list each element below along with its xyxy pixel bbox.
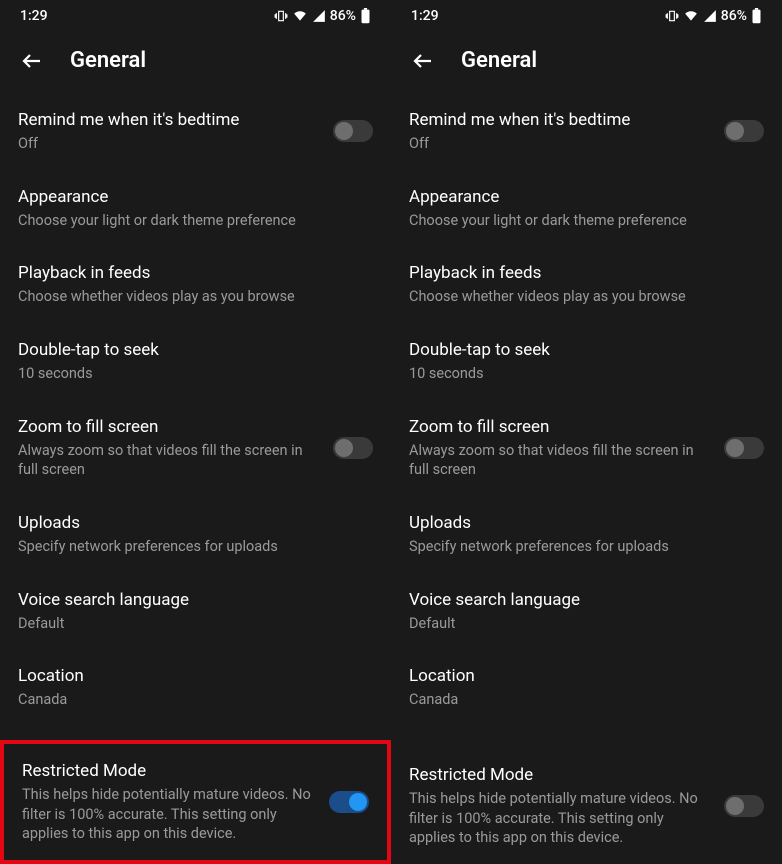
setting-title: Voice search language bbox=[409, 589, 764, 611]
setting-title: Playback in feeds bbox=[18, 262, 373, 284]
setting-subtitle: Canada bbox=[409, 690, 764, 710]
setting-subtitle: Specify network preferences for uploads bbox=[409, 537, 764, 557]
setting-playback-in-feeds[interactable]: Playback in feeds Choose whether videos … bbox=[0, 246, 391, 323]
setting-double-tap-seek[interactable]: Double-tap to seek 10 seconds bbox=[0, 323, 391, 400]
settings-list[interactable]: Remind me when it's bedtime Off Appearan… bbox=[0, 93, 391, 864]
setting-zoom-fill[interactable]: Zoom to fill screen Always zoom so that … bbox=[0, 400, 391, 496]
setting-subtitle: Always zoom so that videos fill the scre… bbox=[409, 441, 712, 480]
setting-title: Double-tap to seek bbox=[18, 339, 373, 361]
vibrate-icon bbox=[274, 8, 288, 24]
setting-subtitle: This helps hide potentially mature video… bbox=[409, 789, 712, 848]
setting-double-tap-seek[interactable]: Double-tap to seek 10 seconds bbox=[391, 323, 782, 400]
battery-percent: 86% bbox=[330, 8, 356, 24]
setting-title: Appearance bbox=[18, 186, 373, 208]
wifi-icon bbox=[292, 8, 308, 24]
setting-subtitle: Choose your light or dark theme preferen… bbox=[409, 211, 764, 231]
setting-title: Location bbox=[18, 665, 373, 687]
wifi-icon bbox=[683, 8, 699, 24]
setting-title: Location bbox=[409, 665, 764, 687]
setting-location[interactable]: Location Canada bbox=[391, 649, 782, 726]
setting-title: Voice search language bbox=[18, 589, 373, 611]
setting-appearance[interactable]: Appearance Choose your light or dark the… bbox=[0, 170, 391, 247]
setting-subtitle: Off bbox=[409, 134, 712, 154]
setting-subtitle: Default bbox=[18, 614, 373, 634]
setting-title: Uploads bbox=[409, 512, 764, 534]
bedtime-toggle[interactable] bbox=[333, 120, 373, 142]
bedtime-toggle[interactable] bbox=[724, 120, 764, 142]
setting-restricted-mode[interactable]: Restricted Mode This helps hide potentia… bbox=[0, 740, 391, 864]
setting-subtitle: Choose whether videos play as you browse bbox=[18, 287, 373, 307]
setting-restricted-mode[interactable]: Restricted Mode This helps hide potentia… bbox=[391, 748, 782, 864]
setting-playback-in-feeds[interactable]: Playback in feeds Choose whether videos … bbox=[391, 246, 782, 323]
setting-uploads[interactable]: Uploads Specify network preferences for … bbox=[391, 496, 782, 573]
setting-voice-search-language[interactable]: Voice search language Default bbox=[391, 573, 782, 650]
setting-title: Restricted Mode bbox=[409, 764, 712, 786]
setting-subtitle: Always zoom so that videos fill the scre… bbox=[18, 441, 321, 480]
restricted-mode-toggle[interactable] bbox=[329, 791, 369, 813]
setting-subtitle: 10 seconds bbox=[409, 364, 764, 384]
setting-subtitle: Default bbox=[409, 614, 764, 634]
setting-subtitle: Specify network preferences for uploads bbox=[18, 537, 373, 557]
setting-bedtime[interactable]: Remind me when it's bedtime Off bbox=[0, 93, 391, 170]
battery-icon bbox=[360, 8, 371, 24]
battery-icon bbox=[751, 8, 762, 24]
setting-title: Zoom to fill screen bbox=[409, 416, 712, 438]
setting-title: Restricted Mode bbox=[22, 760, 317, 782]
setting-voice-search-language[interactable]: Voice search language Default bbox=[0, 573, 391, 650]
setting-location[interactable]: Location Canada bbox=[0, 649, 391, 726]
setting-appearance[interactable]: Appearance Choose your light or dark the… bbox=[391, 170, 782, 247]
setting-title: Remind me when it's bedtime bbox=[18, 109, 321, 131]
app-bar: General bbox=[0, 32, 391, 93]
back-button[interactable] bbox=[411, 49, 435, 73]
signal-icon bbox=[312, 8, 326, 24]
setting-subtitle: Choose whether videos play as you browse bbox=[409, 287, 764, 307]
phone-screen-left: 1:29 86% General Remind me when it's be bbox=[0, 0, 391, 864]
status-icons: 86% bbox=[665, 8, 762, 24]
setting-zoom-fill[interactable]: Zoom to fill screen Always zoom so that … bbox=[391, 400, 782, 496]
back-button[interactable] bbox=[20, 49, 44, 73]
status-bar: 1:29 86% bbox=[0, 0, 391, 32]
battery-percent: 86% bbox=[721, 8, 747, 24]
setting-title: Playback in feeds bbox=[409, 262, 764, 284]
signal-icon bbox=[703, 8, 717, 24]
setting-title: Uploads bbox=[18, 512, 373, 534]
status-bar: 1:29 86% bbox=[391, 0, 782, 32]
zoom-toggle[interactable] bbox=[724, 437, 764, 459]
restricted-mode-toggle[interactable] bbox=[724, 795, 764, 817]
zoom-toggle[interactable] bbox=[333, 437, 373, 459]
setting-bedtime[interactable]: Remind me when it's bedtime Off bbox=[391, 93, 782, 170]
page-title: General bbox=[70, 48, 146, 73]
status-time: 1:29 bbox=[20, 8, 48, 24]
setting-subtitle: This helps hide potentially mature video… bbox=[22, 785, 317, 844]
setting-subtitle: Off bbox=[18, 134, 321, 154]
setting-title: Appearance bbox=[409, 186, 764, 208]
setting-title: Zoom to fill screen bbox=[18, 416, 321, 438]
setting-title: Remind me when it's bedtime bbox=[409, 109, 712, 131]
vibrate-icon bbox=[665, 8, 679, 24]
page-title: General bbox=[461, 48, 537, 73]
phone-screen-right: 1:29 86% General Remind me when it's be bbox=[391, 0, 782, 864]
setting-subtitle: Choose your light or dark theme preferen… bbox=[18, 211, 373, 231]
setting-subtitle: 10 seconds bbox=[18, 364, 373, 384]
status-time: 1:29 bbox=[411, 8, 439, 24]
status-icons: 86% bbox=[274, 8, 371, 24]
setting-subtitle: Canada bbox=[18, 690, 373, 710]
setting-title: Double-tap to seek bbox=[409, 339, 764, 361]
setting-uploads[interactable]: Uploads Specify network preferences for … bbox=[0, 496, 391, 573]
app-bar: General bbox=[391, 32, 782, 93]
settings-list[interactable]: Remind me when it's bedtime Off Appearan… bbox=[391, 93, 782, 864]
